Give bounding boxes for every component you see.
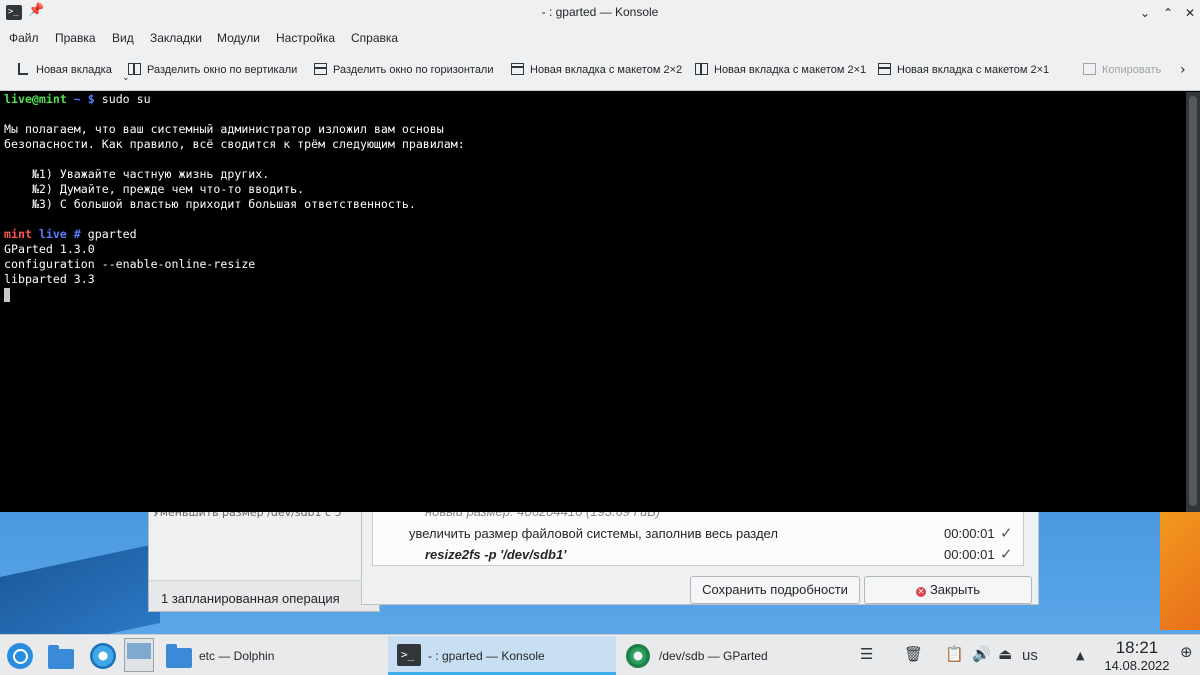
window-titlebar[interactable]: >_ 📌 - : gparted — Konsole ⌄ ⌃ ✕: [0, 0, 1200, 26]
split-horizontal-icon: [314, 63, 327, 75]
konsole-window: >_ 📌 - : gparted — Konsole ⌄ ⌃ ✕ Файл Пр…: [0, 0, 1200, 512]
trash-icon[interactable]: 🗑: [904, 645, 923, 663]
taskbar: etc — Dolphin >_ - : gparted — Konsole /…: [0, 634, 1200, 675]
new-tab-layout-2x2-button[interactable]: Новая вкладка с макетом 2×2: [511, 63, 682, 81]
browser-icon[interactable]: [90, 643, 116, 669]
new-tab-layout-2x1-vertical-button[interactable]: Новая вкладка с макетом 2×1: [695, 63, 866, 81]
copy-button[interactable]: Копировать: [1083, 63, 1161, 81]
menu-view[interactable]: Вид: [112, 31, 134, 45]
menu-plugins[interactable]: Модули: [217, 31, 260, 45]
files-folder-icon[interactable]: [48, 645, 74, 669]
task-gparted[interactable]: /dev/sdb — GParted: [616, 636, 844, 675]
clipboard-icon[interactable]: 📋: [945, 645, 964, 663]
terminal-line: GParted 1.3.0: [4, 242, 95, 256]
clock[interactable]: 18:21 14.08.2022: [1100, 638, 1174, 673]
new-tab-layout-2x1-horizontal-button[interactable]: Новая вкладка с макетом 2×1: [878, 63, 1049, 81]
success-check-icon: ✓: [1000, 546, 1013, 563]
menu-bar: Файл Правка Вид Закладки Модули Настройк…: [0, 26, 1200, 51]
gparted-main-window[interactable]: Уменьшить размер /dev/sdb1 с 5 1 заплани…: [148, 505, 380, 612]
minimize-button[interactable]: ⌄: [1135, 3, 1155, 23]
split-vertical-icon: [128, 63, 141, 75]
tray-expand-chevron-icon[interactable]: ▲: [1076, 649, 1084, 662]
layout-2x2-icon: [511, 63, 524, 75]
layout-2x1-vertical-icon: [695, 63, 708, 75]
pending-operations-status: 1 запланированная операция: [161, 591, 340, 606]
detail-row[interactable]: resize2fs -p '/dev/sdb1' 00:00:01 ✓: [373, 545, 1023, 565]
copy-icon: [1083, 63, 1096, 75]
terminal-line: №3) С большой властью приходит большая о…: [4, 197, 416, 211]
toolbar-overflow-chevron-icon[interactable]: ›: [1180, 62, 1186, 78]
close-button[interactable]: ✕ Закрыть: [864, 576, 1032, 604]
task-konsole[interactable]: >_ - : gparted — Konsole: [388, 636, 616, 675]
new-tab-icon: [16, 63, 30, 75]
maximize-button[interactable]: ⌃: [1158, 3, 1178, 23]
apply-operations-dialog: новый размер: 406204416 (193.69 ГиБ) уве…: [361, 505, 1039, 605]
terminal-icon: >_: [397, 644, 421, 666]
keyboard-layout-indicator[interactable]: us: [1022, 647, 1038, 664]
wallpaper-accent: [1160, 500, 1200, 630]
terminal-output[interactable]: live@mint ~ $ sudo su Мы полагаем, что в…: [0, 92, 1186, 512]
scrollbar-thumb[interactable]: [1189, 96, 1197, 506]
terminal-cursor: [4, 288, 10, 302]
gparted-icon: [626, 644, 650, 668]
menu-edit[interactable]: Правка: [55, 31, 96, 45]
menu-bookmarks[interactable]: Закладки: [150, 31, 202, 45]
show-desktop-icon[interactable]: ⊕: [1180, 643, 1193, 661]
detail-row[interactable]: увеличить размер файловой системы, запол…: [373, 524, 1023, 544]
terminal-line: №1) Уважайте частную жизнь других.: [4, 167, 270, 181]
volume-icon[interactable]: 🔊: [972, 645, 991, 663]
main-toolbar: Новая вкладка ⌄ Разделить окно по вертик…: [0, 51, 1200, 91]
menu-settings[interactable]: Настройка: [276, 31, 335, 45]
wallpaper-shape: [0, 542, 160, 634]
close-icon: ✕: [915, 587, 926, 597]
terminal-line: №2) Думайте, прежде чем что-то вводить.: [4, 182, 305, 196]
clock-date: 14.08.2022: [1104, 658, 1170, 673]
split-vertical-button[interactable]: Разделить окно по вертикали: [128, 63, 297, 81]
mixer-settings-icon[interactable]: ☰: [860, 645, 873, 663]
menu-file[interactable]: Файл: [9, 31, 39, 45]
usb-device-icon[interactable]: ⏏: [998, 645, 1012, 663]
operation-details-tree[interactable]: новый размер: 406204416 (193.69 ГиБ) уве…: [372, 506, 1024, 566]
terminal-line: mint live # gparted: [4, 227, 137, 241]
virtual-desktop-pager[interactable]: [124, 638, 154, 672]
save-details-button[interactable]: Сохранить подробности: [690, 576, 860, 604]
terminal-line: libparted 3.3: [4, 272, 95, 286]
new-tab-button[interactable]: Новая вкладка ⌄: [16, 63, 130, 82]
folder-icon: [166, 644, 192, 668]
close-window-button[interactable]: ✕: [1180, 3, 1200, 23]
application-launcher-icon[interactable]: [7, 643, 33, 669]
terminal-line: безопасности. Как правило, всё сводится …: [4, 137, 465, 151]
split-horizontal-button[interactable]: Разделить окно по горизонтали: [314, 63, 494, 81]
success-check-icon: ✓: [1000, 525, 1013, 542]
clock-time: 18:21: [1115, 638, 1159, 657]
terminal-line: live@mint ~ $ sudo su: [4, 92, 151, 106]
terminal-line: Мы полагаем, что ваш системный администр…: [4, 122, 444, 136]
task-dolphin[interactable]: etc — Dolphin: [160, 636, 388, 675]
window-title: - : gparted — Konsole: [541, 5, 659, 19]
menu-help[interactable]: Справка: [351, 31, 398, 45]
layout-2x1-horizontal-icon: [878, 63, 891, 75]
terminal-line: configuration --enable-online-resize: [4, 257, 256, 271]
pending-operations-list[interactable]: Уменьшить размер /dev/sdb1 с 5: [149, 506, 379, 581]
terminal-scrollbar[interactable]: [1186, 92, 1200, 512]
